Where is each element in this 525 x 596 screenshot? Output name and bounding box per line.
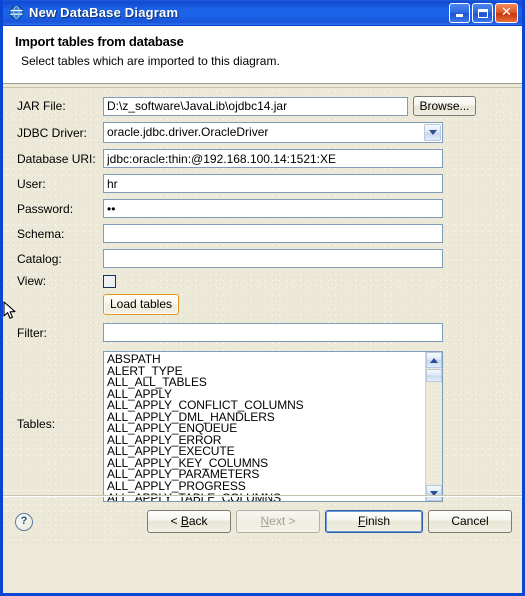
schema-row: Schema:	[3, 224, 522, 243]
load-tables-button[interactable]: Load tables	[103, 294, 179, 315]
tables-row: Tables: ABSPATH ALERT_TYPE ALL_ALL_TABLE…	[3, 351, 522, 502]
load-tables-row: Load tables	[3, 294, 522, 319]
close-button[interactable]: ✕	[495, 3, 518, 23]
catalog-input[interactable]	[103, 249, 443, 268]
back-button[interactable]: < Back	[147, 510, 231, 533]
tables-list: ABSPATH ALERT_TYPE ALL_ALL_TABLES ALL_AP…	[104, 352, 442, 501]
window-controls: ✕	[449, 3, 518, 23]
chevron-down-icon[interactable]	[424, 124, 441, 141]
jdbc-driver-combo[interactable]: oracle.jdbc.driver.OracleDriver	[103, 122, 443, 143]
cancel-button[interactable]: Cancel	[428, 510, 512, 533]
help-icon[interactable]: ?	[15, 512, 33, 531]
wizard-buttons: < Back Next > Finish Cancel	[147, 510, 512, 533]
footer-separator	[3, 495, 522, 497]
dialog-window: New DataBase Diagram ✕ Import tables fro…	[0, 0, 525, 596]
wizard-banner: Import tables from database Select table…	[3, 26, 522, 84]
finish-button[interactable]: Finish	[325, 510, 423, 533]
title-bar[interactable]: New DataBase Diagram ✕	[3, 0, 522, 26]
globe-icon	[9, 5, 24, 20]
jar-file-label: JAR File:	[17, 99, 66, 113]
user-label: User:	[17, 176, 46, 191]
minimize-button[interactable]	[449, 3, 470, 23]
filter-row: Filter:	[3, 323, 522, 342]
database-uri-row: Database URI:	[3, 149, 522, 168]
view-label: View:	[17, 274, 47, 288]
password-input[interactable]	[103, 199, 443, 218]
jar-file-input[interactable]	[103, 96, 408, 116]
password-row: Password:	[3, 199, 522, 218]
tables-scrollbar[interactable]	[425, 352, 442, 501]
jdbc-driver-label: JDBC Driver:	[17, 125, 88, 140]
scroll-up-icon[interactable]	[426, 352, 442, 368]
next-button[interactable]: Next >	[236, 510, 320, 533]
catalog-label: Catalog:	[17, 251, 62, 266]
user-row: User:	[3, 174, 522, 193]
password-label: Password:	[17, 201, 74, 216]
filter-label: Filter:	[17, 325, 47, 340]
banner-decoration	[424, 26, 522, 83]
form-area: JAR File: Browse... JDBC Driver: oracle.…	[3, 88, 522, 545]
mouse-cursor-icon	[3, 301, 17, 324]
jdbc-driver-row: JDBC Driver: oracle.jdbc.driver.OracleDr…	[3, 122, 522, 143]
database-uri-input[interactable]	[103, 149, 443, 168]
jdbc-driver-value: oracle.jdbc.driver.OracleDriver	[107, 125, 269, 139]
schema-label: Schema:	[17, 226, 65, 241]
schema-input[interactable]	[103, 224, 443, 243]
scrollbar-thumb[interactable]	[426, 369, 442, 382]
view-row: View:	[3, 274, 522, 288]
jar-file-row: JAR File: Browse...	[3, 96, 522, 116]
maximize-button[interactable]	[472, 3, 493, 23]
filter-input[interactable]	[103, 323, 443, 342]
database-uri-label: Database URI:	[17, 151, 96, 166]
tables-label: Tables:	[17, 417, 56, 431]
user-input[interactable]	[103, 174, 443, 193]
window-title: New DataBase Diagram	[29, 5, 179, 20]
button-bar: ? < Back Next > Finish Cancel	[3, 498, 522, 545]
tables-listbox[interactable]: ABSPATH ALERT_TYPE ALL_ALL_TABLES ALL_AP…	[103, 351, 443, 502]
browse-button[interactable]: Browse...	[413, 96, 476, 116]
catalog-row: Catalog:	[3, 249, 522, 268]
view-checkbox[interactable]	[103, 274, 116, 288]
